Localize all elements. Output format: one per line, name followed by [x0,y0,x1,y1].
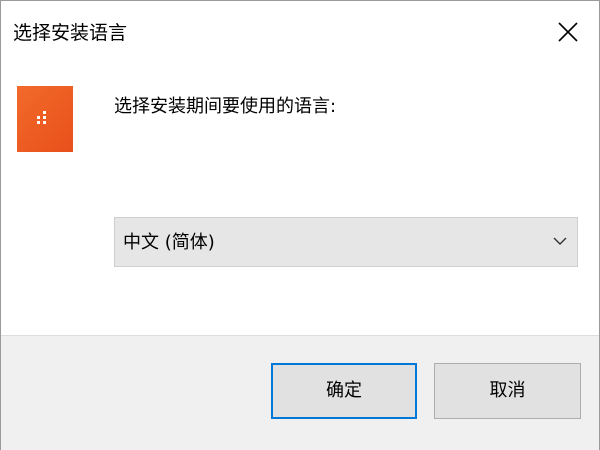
window-title: 选择安装语言 [13,22,128,44]
language-dialog: 选择安装语言 选择安装期间要使用的语言: 中文 (简体) 确定 取消 [0,0,600,450]
language-select[interactable]: 中文 (简体) [114,217,578,267]
installer-app-icon [17,86,73,152]
close-icon [558,22,578,42]
close-button[interactable] [537,1,599,63]
language-prompt: 选择安装期间要使用的语言: [114,96,337,117]
chevron-down-icon [553,237,567,245]
cancel-button[interactable]: 取消 [434,363,581,419]
grid-dots-icon [37,111,46,124]
title-bar: 选择安装语言 [1,1,599,63]
ok-button[interactable]: 确定 [271,363,417,419]
language-select-value: 中文 (简体) [123,232,215,253]
